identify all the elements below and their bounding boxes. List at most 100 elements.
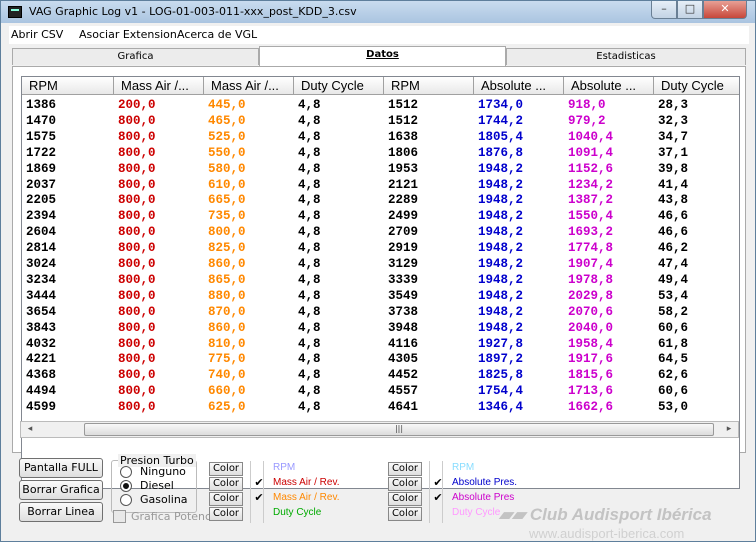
table-row[interactable]: 1575 800,0 525,0 4,8 1638 1805,4 1040,4 34,7: [22, 129, 739, 145]
column-header[interactable]: Absolute ...: [474, 77, 564, 95]
table-cell: 1978,8: [568, 272, 614, 287]
table-cell: 1948,2: [478, 177, 524, 192]
radio-ninguno[interactable]: [120, 466, 132, 478]
borrar-grafica-button[interactable]: Borrar Grafica: [19, 480, 103, 500]
column-header[interactable]: Duty Cycle: [294, 77, 384, 95]
scroll-right-arrow-icon[interactable]: ▸: [722, 424, 736, 435]
title-bar[interactable]: VAG Graphic Log v1 - LOG-01-003-011-xxx_…: [1, 1, 755, 23]
table-cell: 1387,2: [568, 193, 614, 208]
series-label: RPM: [452, 462, 475, 473]
table-cell: 43,8: [658, 193, 689, 208]
table-cell: 825,0: [208, 241, 246, 256]
table-cell: 2070,6: [568, 304, 614, 319]
close-button[interactable]: ✕: [703, 1, 747, 19]
column-header[interactable]: RPM: [384, 77, 474, 95]
table-cell: 870,0: [208, 304, 246, 319]
table-row[interactable]: 4032 800,0 810,0 4,8 4116 1927,8 1958,4 61,8: [22, 336, 739, 352]
table-row[interactable]: 1722 800,0 550,0 4,8 1806 1876,8 1091,4 37,1: [22, 145, 739, 161]
table-cell: 1512: [388, 98, 419, 112]
minimize-button[interactable]: –: [651, 1, 677, 19]
table-cell: 2604: [26, 225, 57, 240]
table-cell: 800,0: [118, 113, 156, 128]
table-row[interactable]: 2394 800,0 735,0 4,8 2499 1948,2 1550,4 46,6: [22, 208, 739, 224]
color-button[interactable]: Color: [388, 477, 422, 491]
table-row[interactable]: 2205 800,0 665,0 4,8 2289 1948,2 1387,2 43,8: [22, 192, 739, 208]
grafica-potencia-label: Grafica Potencia: [131, 510, 221, 523]
radio-diesel[interactable]: [120, 480, 132, 492]
table-row[interactable]: 3444 800,0 880,0 4,8 3549 1948,2 2029,8 53,4: [22, 288, 739, 304]
color-button[interactable]: Color: [209, 507, 243, 521]
table-cell: 41,4: [658, 177, 689, 192]
column-header[interactable]: RPM: [22, 77, 114, 95]
watermark-logo: ▰▰ Club Audisport Ibérica: [499, 505, 712, 524]
table-row[interactable]: 2037 800,0 610,0 4,8 2121 1948,2 1234,2 41,4: [22, 177, 739, 193]
tab-grafica[interactable]: Grafica: [12, 48, 259, 65]
table-cell: 1948,2: [478, 193, 524, 208]
menu-acerca-de[interactable]: Acerca de VGL: [177, 28, 257, 41]
tab-datos[interactable]: Datos: [259, 46, 506, 67]
scroll-thumb[interactable]: |||: [84, 423, 714, 436]
table-row[interactable]: 3024 800,0 860,0 4,8 3129 1948,2 1907,4 47,4: [22, 256, 739, 272]
table-row[interactable]: 1386 200,0 445,0 4,8 1512 1734,0 918,0 28,3: [22, 97, 739, 113]
grafica-potencia-checkbox[interactable]: [113, 510, 126, 523]
table-cell: 60,6: [658, 384, 689, 399]
table-row[interactable]: 3234 800,0 865,0 4,8 3339 1948,2 1978,8 49,4: [22, 272, 739, 288]
table-cell: 2289: [388, 193, 419, 208]
table-row[interactable]: 1869 800,0 580,0 4,8 1953 1948,2 1152,6 39,8: [22, 161, 739, 177]
color-button[interactable]: Color: [388, 507, 422, 521]
table-cell: 4,8: [298, 272, 321, 287]
radio-diesel-label: Diesel: [140, 479, 174, 492]
pantalla-full-button[interactable]: Pantalla FULL: [19, 458, 103, 478]
table-row[interactable]: 3654 800,0 870,0 4,8 3738 1948,2 2070,6 58,2: [22, 304, 739, 320]
table-cell: 4,8: [298, 384, 321, 399]
table-cell: 4,8: [298, 145, 321, 160]
borrar-linea-button[interactable]: Borrar Linea: [19, 502, 103, 522]
table-cell: 4221: [26, 352, 57, 367]
table-cell: 1386: [26, 98, 57, 112]
table-cell: 1040,4: [568, 129, 614, 144]
table-cell: 1948,2: [478, 320, 524, 335]
series-label: Duty Cycle: [273, 507, 322, 518]
table-cell: 800,0: [118, 145, 156, 160]
table-row[interactable]: 3843 800,0 860,0 4,8 3948 1948,2 2040,0 60,6: [22, 320, 739, 336]
table-cell: 1806: [388, 145, 419, 160]
series-label: Absolute Pres: [452, 492, 515, 503]
table-cell: 1876,8: [478, 145, 524, 160]
color-button[interactable]: Color: [209, 492, 243, 506]
radio-gasolina[interactable]: [120, 494, 132, 506]
table-cell: 4641: [388, 400, 419, 415]
table-row[interactable]: 4221 800,0 775,0 4,8 4305 1897,2 1917,6 64,5: [22, 351, 739, 367]
table-row[interactable]: 4368 800,0 740,0 4,8 4452 1825,8 1815,6 62,6: [22, 367, 739, 383]
table-cell: 3024: [26, 257, 57, 271]
tab-estadisticas[interactable]: Estadisticas: [506, 48, 746, 65]
table-cell: 580,0: [208, 161, 246, 176]
menu-asociar-extension[interactable]: Asociar Extension: [79, 28, 177, 41]
column-header[interactable]: Mass Air /...: [114, 77, 204, 95]
horizontal-scrollbar[interactable]: ◂ ||| ▸: [20, 421, 739, 438]
presion-turbo-group: Presion Turbo Ninguno Diesel Gasolina: [111, 454, 197, 513]
column-header[interactable]: Absolute ...: [564, 77, 654, 95]
color-button[interactable]: Color: [209, 462, 243, 476]
menu-abrir-csv[interactable]: Abrir CSV: [11, 28, 63, 41]
table-row[interactable]: 4599 800,0 625,0 4,8 4641 1346,4 1662,6 53,0: [22, 399, 739, 415]
column-header[interactable]: Duty Cycle: [654, 77, 739, 95]
table-cell: 2037: [26, 177, 57, 192]
table-cell: 665,0: [208, 193, 246, 208]
table-cell: 525,0: [208, 129, 246, 144]
table-cell: 3948: [388, 320, 419, 335]
table-cell: 800,0: [118, 400, 156, 415]
table-row[interactable]: 2604 800,0 800,0 4,8 2709 1948,2 1693,2 46,6: [22, 224, 739, 240]
table-row[interactable]: 1470 800,0 465,0 4,8 1512 1744,2 979,2 32,3: [22, 113, 739, 129]
table-row[interactable]: 4494 800,0 660,0 4,8 4557 1754,4 1713,6 60,6: [22, 383, 739, 399]
table-cell: 2394: [26, 209, 57, 224]
table-cell: 2919: [388, 241, 419, 256]
maximize-button[interactable]: □: [677, 1, 703, 19]
column-header[interactable]: Mass Air /...: [204, 77, 294, 95]
scroll-left-arrow-icon[interactable]: ◂: [23, 424, 37, 435]
color-button[interactable]: Color: [388, 492, 422, 506]
color-button[interactable]: Color: [388, 462, 422, 476]
color-button[interactable]: Color: [209, 477, 243, 491]
table-row[interactable]: 2814 800,0 825,0 4,8 2919 1948,2 1774,8 46,2: [22, 240, 739, 256]
table-cell: 1091,4: [568, 145, 614, 160]
table-cell: 58,2: [658, 304, 689, 319]
